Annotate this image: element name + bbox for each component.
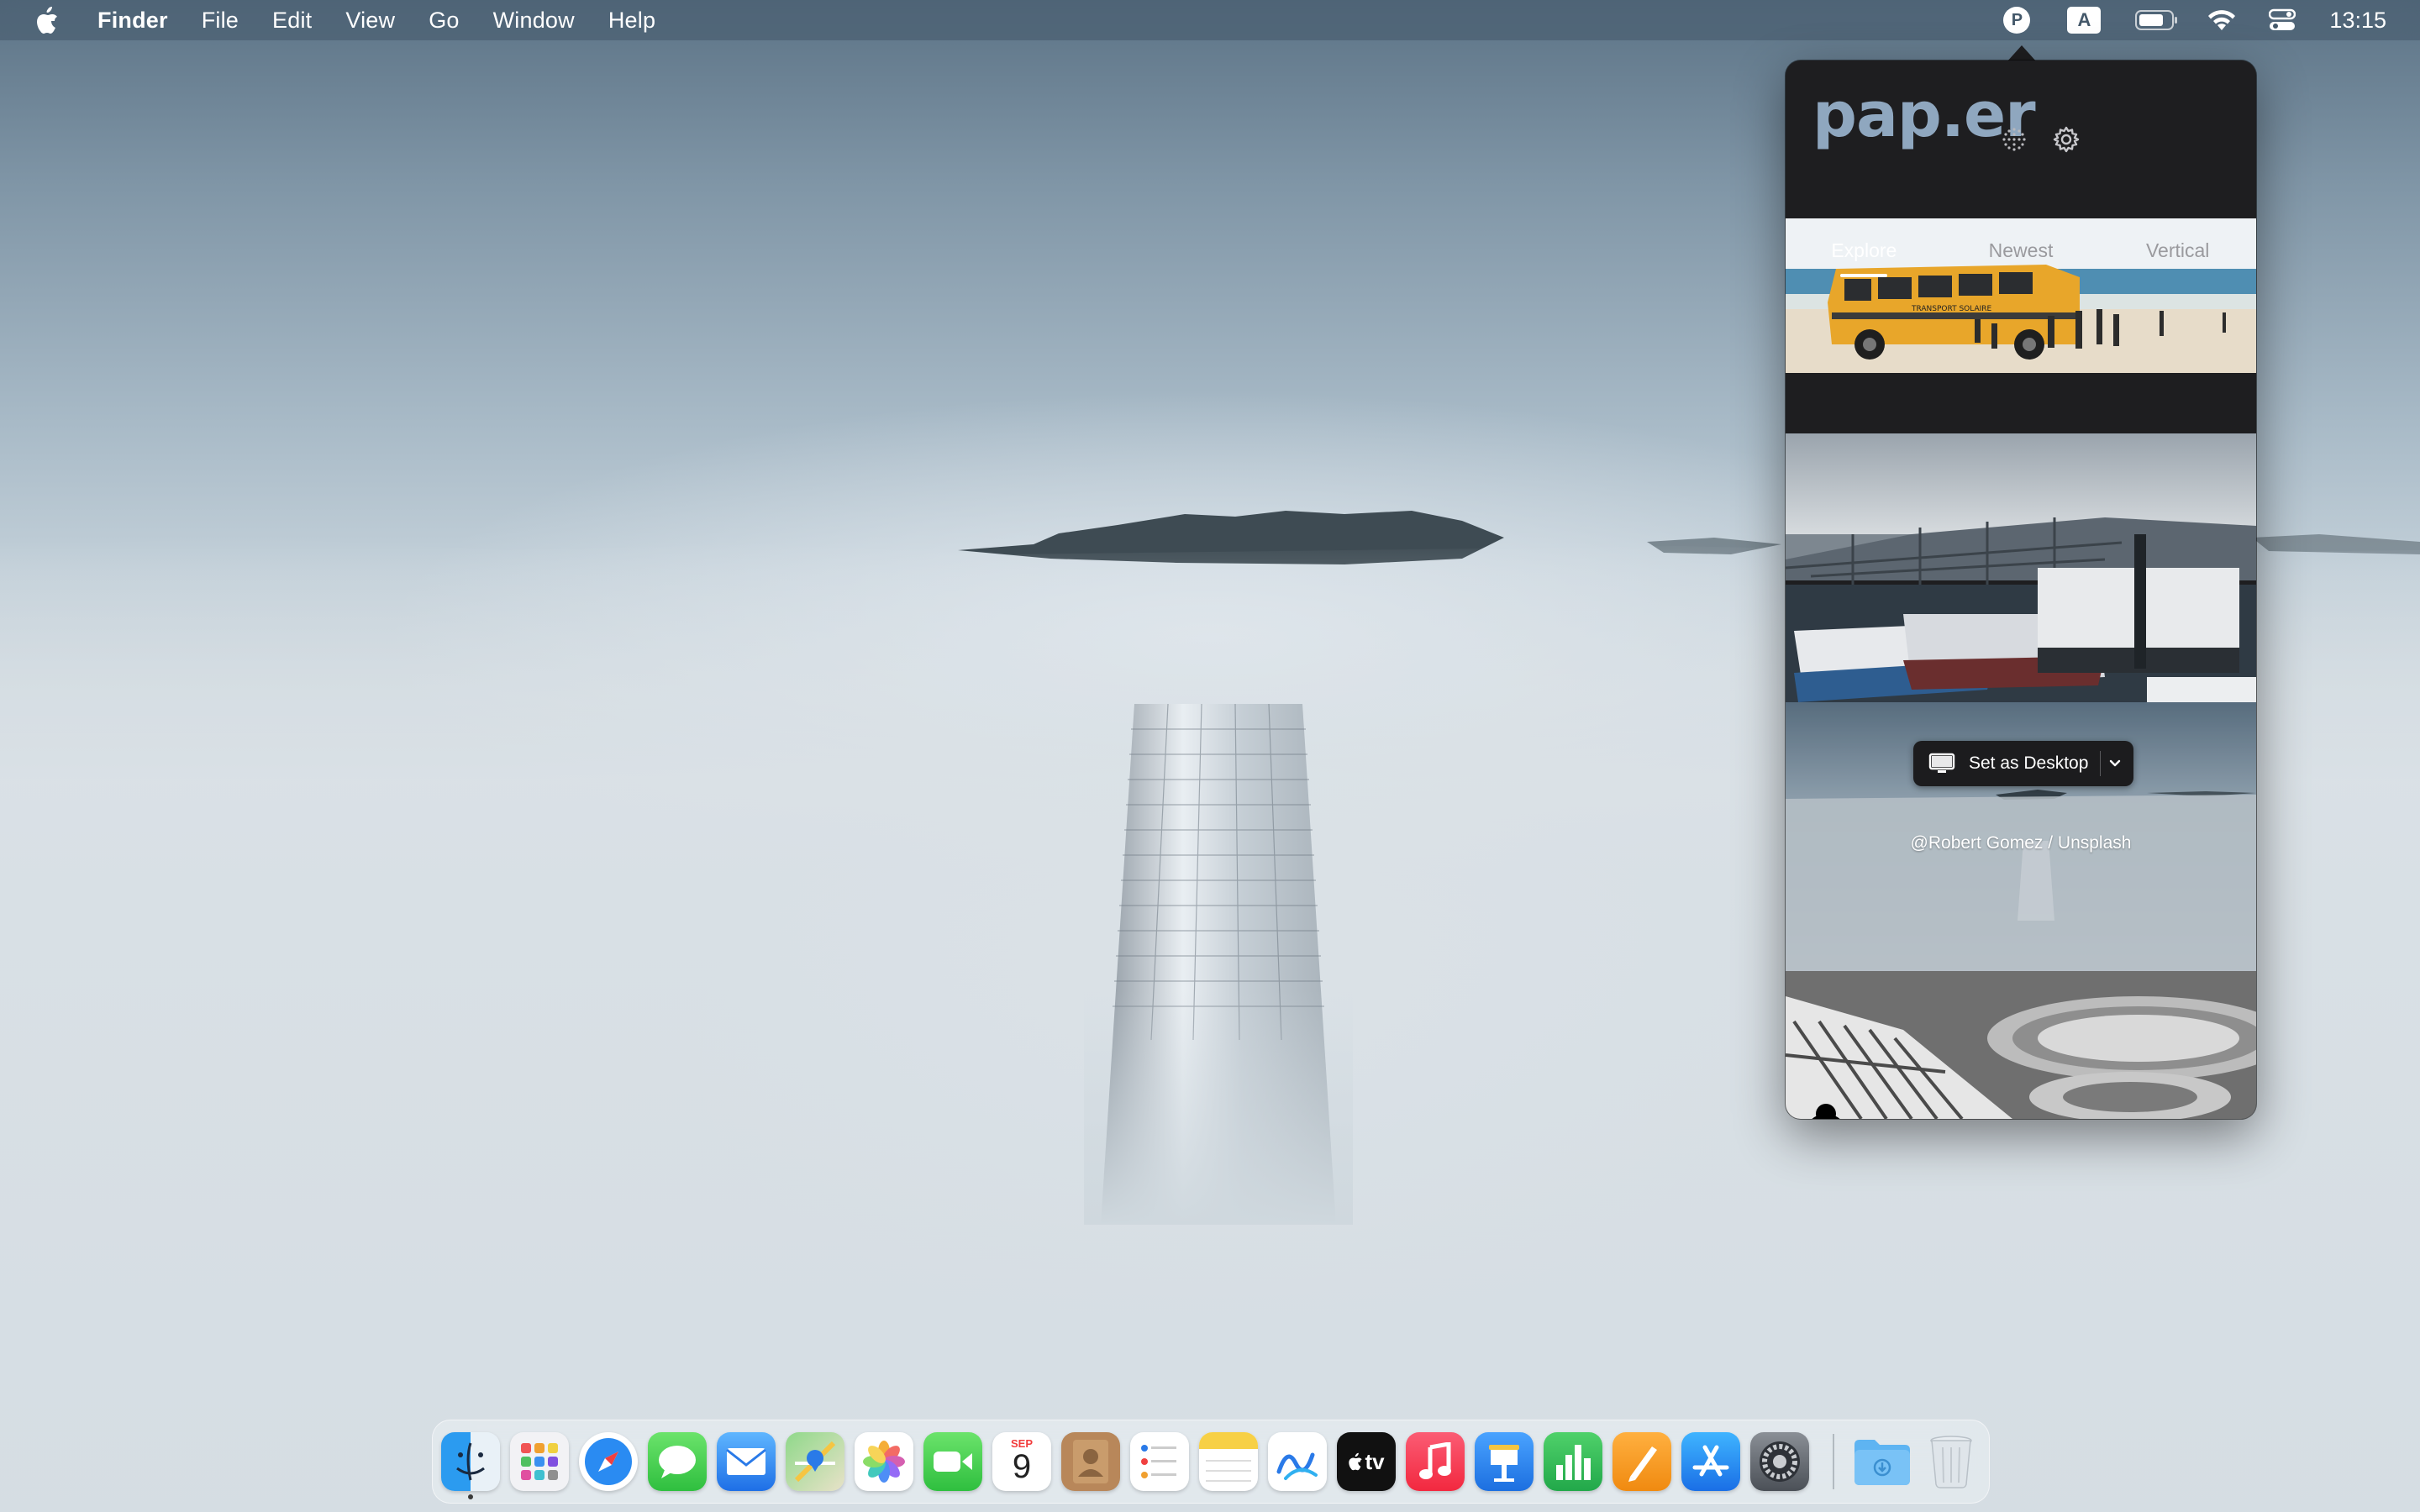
shuffle-dots-icon xyxy=(2002,128,2026,151)
tab-vertical[interactable]: Vertical xyxy=(2099,225,2256,276)
finder-running-indicator xyxy=(468,1494,473,1499)
menu-bar: Finder File Edit View Go Window Help P A xyxy=(0,0,2420,40)
tv-label: tv xyxy=(1365,1448,1385,1474)
music-note-icon xyxy=(1419,1442,1451,1479)
envelope-icon xyxy=(726,1448,766,1475)
control-center-icon xyxy=(2269,8,2296,30)
tab-newest[interactable]: Newest xyxy=(1943,225,2100,276)
menu-help[interactable]: Help xyxy=(608,8,655,34)
finder-icon xyxy=(456,1442,485,1481)
shuffle-button[interactable] xyxy=(1997,123,2031,156)
trash-can-icon xyxy=(1930,1436,1972,1488)
wifi-icon xyxy=(2208,10,2236,30)
message-bubble-icon xyxy=(659,1446,696,1478)
popover-arrow xyxy=(2007,45,2037,62)
launchpad-icon xyxy=(521,1443,558,1480)
dock-separator xyxy=(1833,1434,1834,1489)
dock-maps[interactable] xyxy=(786,1432,844,1491)
wifi-status-item[interactable] xyxy=(2205,0,2238,40)
apple-tv-logo-icon xyxy=(1349,1452,1363,1471)
dock-music[interactable] xyxy=(1406,1432,1465,1491)
dock-messages[interactable] xyxy=(648,1432,707,1491)
monitor-icon xyxy=(1928,753,1959,774)
set-desktop-options-button[interactable] xyxy=(2101,759,2129,769)
keynote-podium-icon xyxy=(1489,1445,1519,1482)
chevron-down-icon xyxy=(2110,759,2121,767)
dock-calendar[interactable]: SEP 9 xyxy=(992,1432,1051,1491)
menu-view[interactable]: View xyxy=(345,8,395,34)
dock-contacts[interactable] xyxy=(1061,1432,1120,1491)
battery-status-item[interactable] xyxy=(2134,0,2180,40)
menu-file[interactable]: File xyxy=(202,8,239,34)
dock-downloads-folder[interactable] xyxy=(1853,1432,1912,1491)
apple-logo-icon xyxy=(37,7,57,34)
dock-finder[interactable] xyxy=(441,1432,500,1491)
van-text: TRANSPORT SOLAIRE xyxy=(1911,305,1992,313)
menu-go[interactable]: Go xyxy=(429,8,459,34)
dock-notes[interactable] xyxy=(1199,1432,1258,1491)
tab-explore[interactable]: Explore xyxy=(1786,225,1943,277)
gear-icon xyxy=(2053,126,2080,153)
downloads-folder-icon xyxy=(1854,1440,1910,1485)
wallpaper-thumbnail-harbor[interactable] xyxy=(1786,433,2256,702)
dock-facetime[interactable] xyxy=(923,1432,982,1491)
battery-icon xyxy=(2135,10,2178,30)
calendar-day: 9 xyxy=(1012,1447,1032,1485)
safari-compass-icon xyxy=(585,1438,632,1485)
tab-bar: Explore Newest Vertical xyxy=(1786,225,2256,277)
settings-gear-icon xyxy=(1760,1441,1800,1482)
numbers-bars-icon xyxy=(1556,1445,1591,1480)
dock-numbers[interactable] xyxy=(1544,1432,1602,1491)
control-center-status-item[interactable] xyxy=(2267,0,2297,40)
freeform-scribble-icon xyxy=(1276,1452,1318,1480)
wallpaper-thumbnail-architecture[interactable] xyxy=(1786,971,2256,1119)
input-source-icon: A xyxy=(2067,7,2102,34)
contact-silhouette-icon xyxy=(1073,1440,1108,1483)
checklist-icon xyxy=(1141,1445,1176,1478)
app-store-a-icon xyxy=(1692,1445,1729,1477)
set-as-desktop-button[interactable]: Set as Desktop xyxy=(1913,741,2133,786)
dock-mail[interactable] xyxy=(717,1432,776,1491)
menu-clock[interactable]: 13:15 xyxy=(2329,8,2386,34)
dock-system-settings[interactable] xyxy=(1750,1432,1809,1491)
menu-edit[interactable]: Edit xyxy=(272,8,312,34)
dock-app-store[interactable] xyxy=(1681,1432,1740,1491)
dock-keynote[interactable] xyxy=(1475,1432,1534,1491)
architecture-photo xyxy=(1786,971,2256,1119)
apple-menu-button[interactable] xyxy=(29,0,66,40)
dock-freeform[interactable] xyxy=(1268,1432,1327,1491)
map-pin-icon xyxy=(794,1441,836,1483)
dock-photos[interactable] xyxy=(855,1432,913,1491)
menu-window[interactable]: Window xyxy=(493,8,575,34)
dock: SEP 9 tv xyxy=(432,1420,1990,1504)
dock-trash[interactable] xyxy=(1922,1432,1981,1491)
paper-popover: pap.er TRANSPORT SOLAIRE Explore Newest … xyxy=(1786,60,2256,1119)
dock-launchpad[interactable] xyxy=(510,1432,569,1491)
settings-button[interactable] xyxy=(2049,123,2083,156)
paper-app-status-item[interactable]: P xyxy=(2000,0,2033,40)
popover-header: pap.er xyxy=(1786,60,2256,218)
dock-pages[interactable] xyxy=(1612,1432,1671,1491)
dock-reminders[interactable] xyxy=(1130,1432,1189,1491)
pages-pen-icon xyxy=(1628,1446,1657,1482)
harbor-photo xyxy=(1786,433,2256,702)
dock-safari[interactable] xyxy=(579,1432,638,1491)
notes-pad-icon xyxy=(1199,1432,1258,1482)
wallpaper-tower xyxy=(1084,704,1353,1225)
menu-app-name[interactable]: Finder xyxy=(97,8,168,34)
photos-flower-icon xyxy=(863,1441,905,1483)
set-as-desktop-label: Set as Desktop xyxy=(1969,753,2089,773)
photo-credit[interactable]: @Robert Gomez / Unsplash xyxy=(1786,833,2256,853)
dock-tv[interactable]: tv xyxy=(1337,1432,1396,1491)
input-source-status-item[interactable]: A xyxy=(2065,0,2102,40)
video-camera-icon xyxy=(934,1452,972,1472)
paper-app-icon: P xyxy=(2003,7,2031,34)
